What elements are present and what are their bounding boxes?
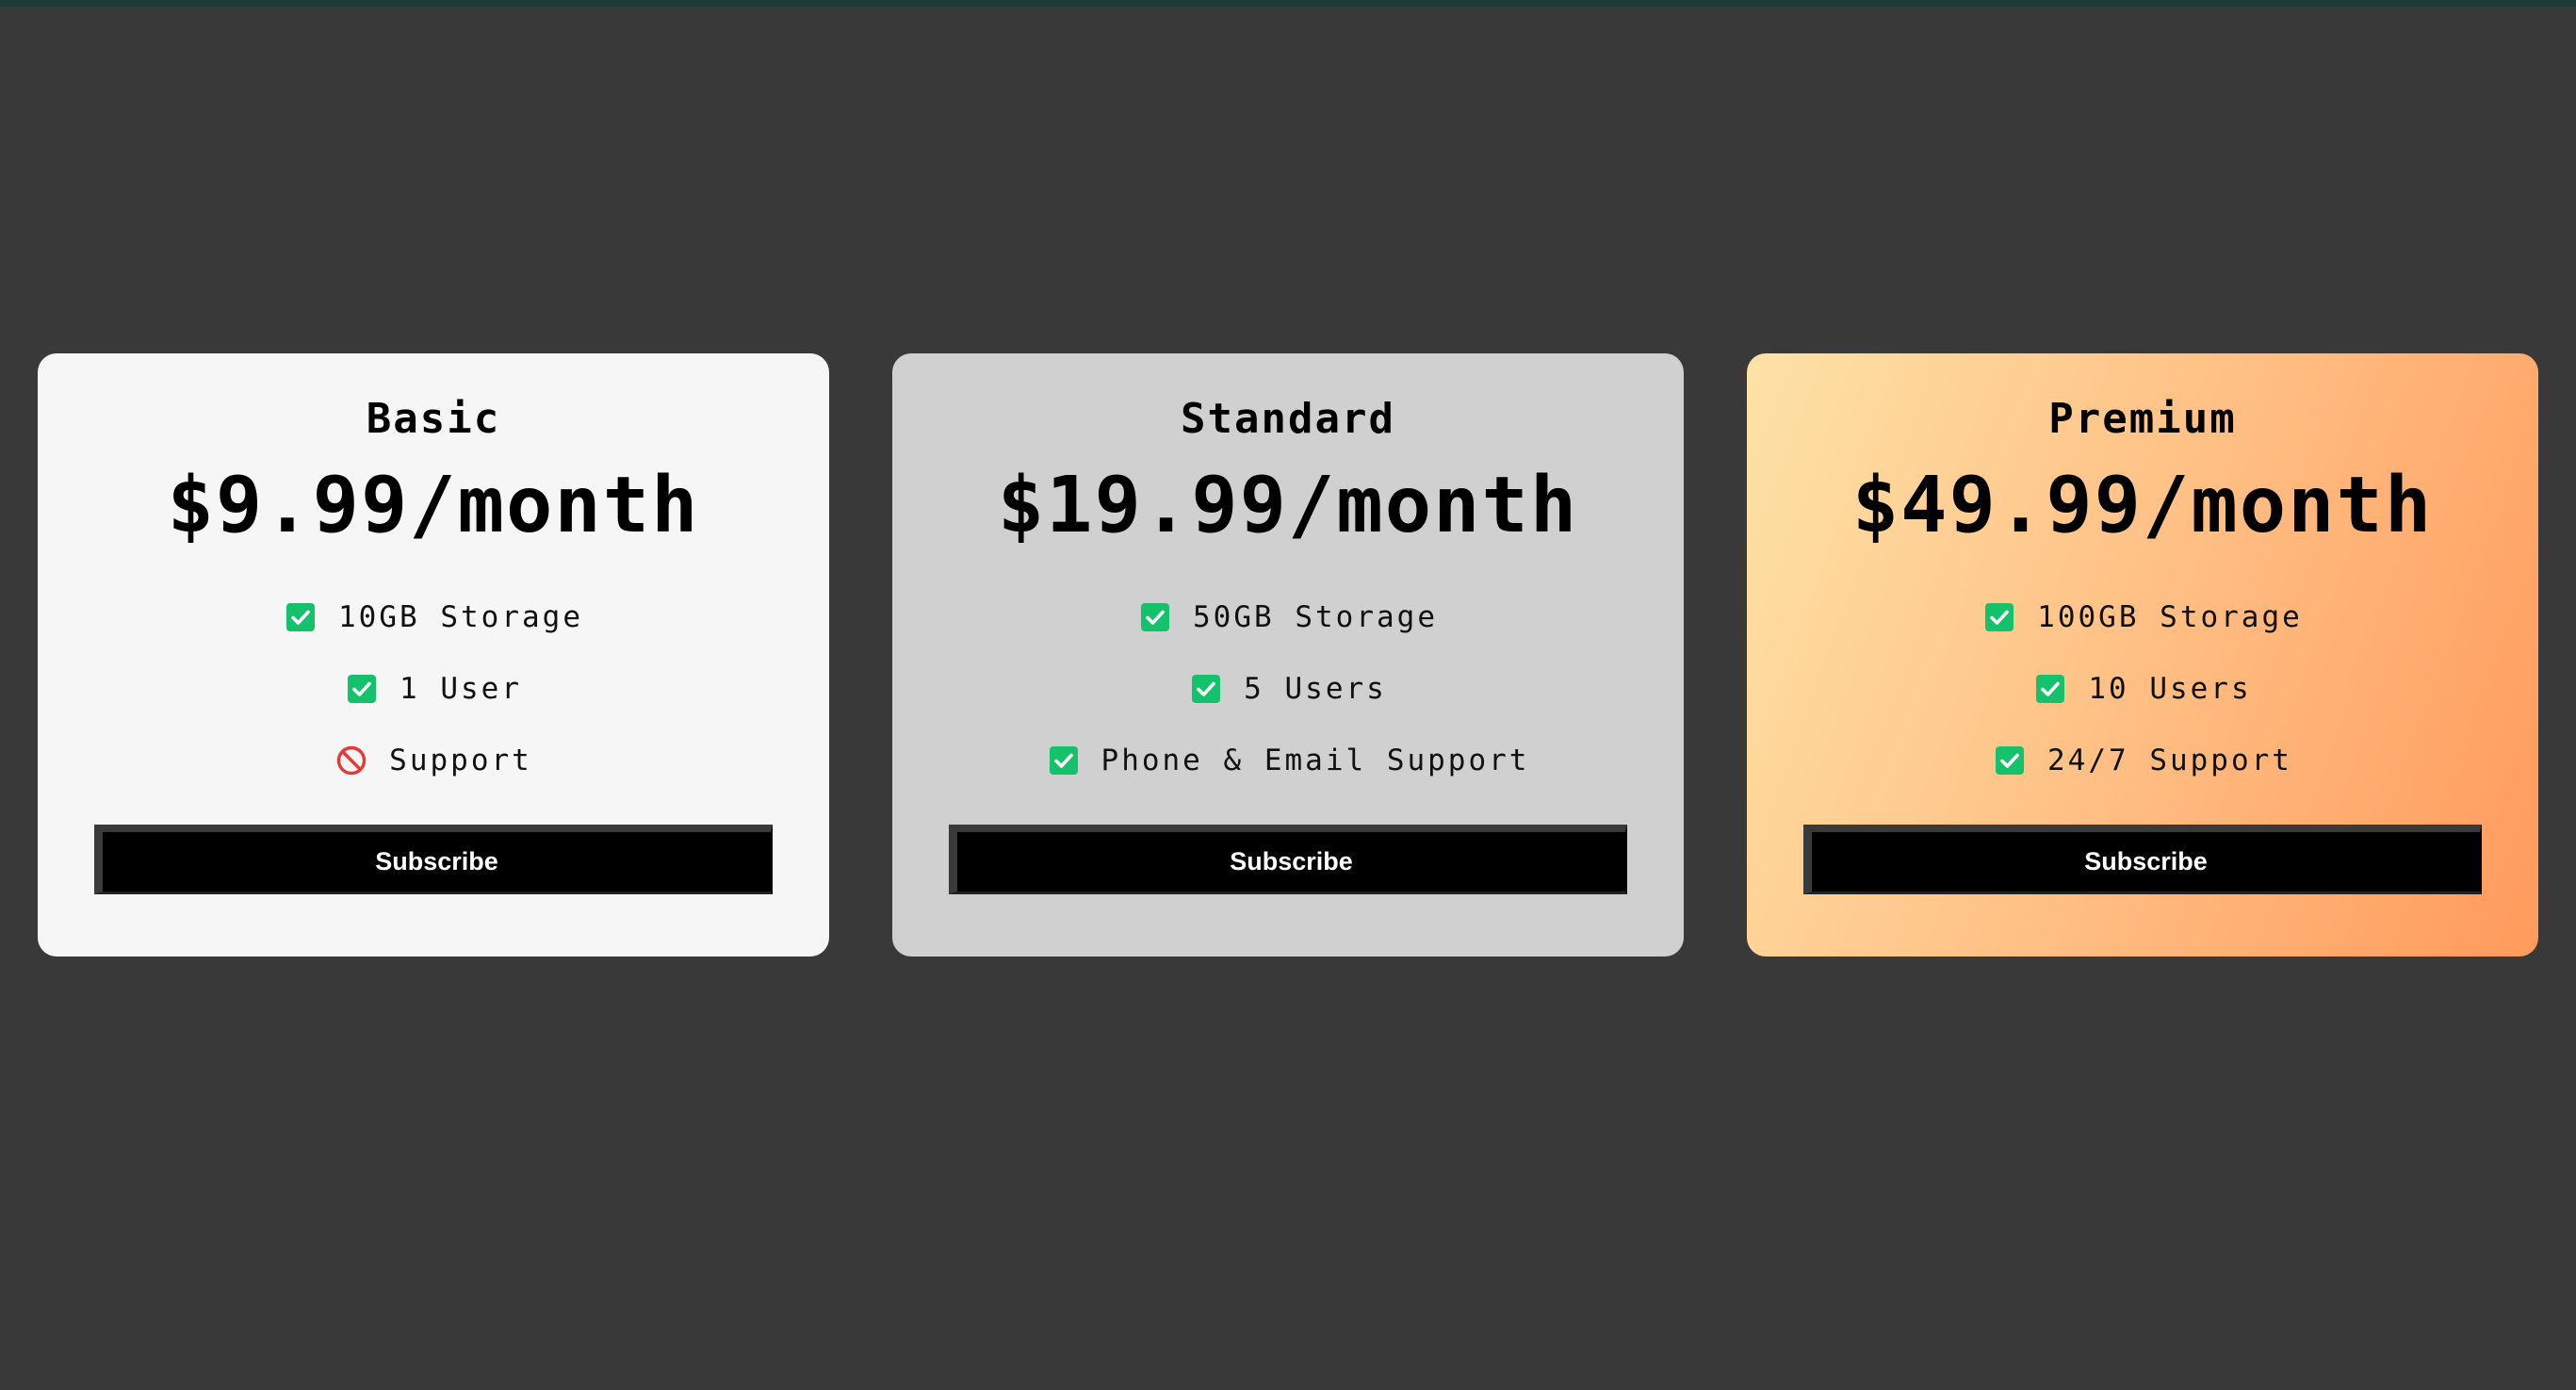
subscribe-button[interactable]: Subscribe bbox=[1803, 825, 2482, 894]
feature-item: Support bbox=[334, 725, 532, 796]
plan-card-standard: Standard $19.99/month 50GB Storage 5 Use… bbox=[892, 353, 1684, 957]
check-icon bbox=[1982, 600, 2016, 634]
pricing-plans: Basic $9.99/month 10GB Storage 1 User Su… bbox=[38, 353, 2538, 957]
plan-price: $19.99/month bbox=[997, 461, 1579, 550]
plan-name: Basic bbox=[366, 395, 501, 443]
feature-text: Support bbox=[389, 744, 532, 777]
feature-item: 100GB Storage bbox=[1982, 581, 2303, 653]
check-icon bbox=[1993, 744, 2027, 777]
plan-name: Standard bbox=[1181, 395, 1395, 443]
subscribe-button[interactable]: Subscribe bbox=[94, 825, 773, 894]
feature-item: 5 Users bbox=[1189, 653, 1387, 725]
check-icon bbox=[2033, 672, 2067, 706]
check-icon bbox=[1189, 672, 1223, 706]
subscribe-button[interactable]: Subscribe bbox=[949, 825, 1627, 894]
feature-text: 10 Users bbox=[2088, 672, 2252, 706]
feature-text: 1 User bbox=[399, 672, 522, 706]
feature-list: 50GB Storage 5 Users Phone & Email Suppo… bbox=[1047, 581, 1530, 796]
feature-list: 100GB Storage 10 Users 24/7 Support bbox=[1982, 581, 2303, 796]
plan-card-basic: Basic $9.99/month 10GB Storage 1 User Su… bbox=[38, 353, 829, 957]
check-icon bbox=[284, 600, 318, 634]
feature-item: Phone & Email Support bbox=[1047, 725, 1530, 796]
check-icon bbox=[1047, 744, 1081, 777]
plan-card-premium: Premium $49.99/month 100GB Storage 10 Us… bbox=[1747, 353, 2538, 957]
plan-name: Premium bbox=[2048, 395, 2237, 443]
feature-text: 100GB Storage bbox=[2037, 600, 2303, 634]
check-icon bbox=[1138, 600, 1172, 634]
feature-text: 50GB Storage bbox=[1193, 600, 1438, 634]
feature-item: 10GB Storage bbox=[284, 581, 583, 653]
check-icon bbox=[345, 672, 379, 706]
plan-price: $49.99/month bbox=[1851, 461, 2434, 550]
feature-item: 24/7 Support bbox=[1993, 725, 2292, 796]
feature-text: Phone & Email Support bbox=[1101, 744, 1530, 777]
feature-item: 50GB Storage bbox=[1138, 581, 1438, 653]
no-entry-icon bbox=[334, 744, 368, 777]
feature-list: 10GB Storage 1 User Support bbox=[284, 581, 583, 796]
plan-price: $9.99/month bbox=[167, 461, 700, 550]
feature-text: 10GB Storage bbox=[338, 600, 583, 634]
feature-item: 10 Users bbox=[2033, 653, 2251, 725]
feature-item: 1 User bbox=[345, 653, 522, 725]
feature-text: 24/7 Support bbox=[2047, 744, 2292, 777]
top-strip bbox=[0, 0, 2576, 7]
feature-text: 5 Users bbox=[1244, 672, 1387, 706]
